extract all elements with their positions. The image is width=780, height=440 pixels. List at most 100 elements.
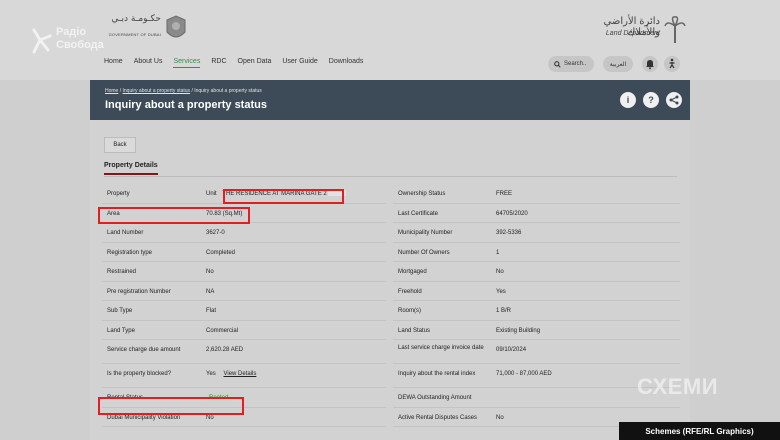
field-label: Number Of Owners <box>398 249 450 256</box>
accessibility-icon <box>669 58 675 69</box>
radio-line-1: Радіо <box>56 26 87 38</box>
nav-rdc[interactable]: RDC <box>211 58 226 68</box>
table-row: Pre registration Number NA <box>102 282 386 301</box>
table-row: Land Status Existing Building <box>393 321 680 340</box>
search-button[interactable]: Search.. <box>548 56 594 72</box>
field-label: Last Certificate <box>398 210 439 217</box>
info-button[interactable]: i <box>620 92 636 108</box>
breadcrumb-current: Inquiry about a property status <box>194 88 262 94</box>
nav-open-data[interactable]: Open Data <box>238 58 272 68</box>
language-toggle[interactable]: العربية <box>603 56 633 72</box>
field-label: Land Number <box>107 230 144 236</box>
field-label: Last service charge invoice date <box>398 345 484 351</box>
table-row: Area 70.83 (Sq.Mt) <box>102 204 386 223</box>
info-icon: i <box>626 95 630 105</box>
radio-svoboda-watermark: Радіо Свобода <box>30 26 120 62</box>
breadcrumb-home[interactable]: Home <box>105 88 118 94</box>
table-row: Land Type Commercial <box>102 321 386 340</box>
palm-tree-icon <box>664 16 686 43</box>
field-value: NA <box>206 288 215 295</box>
field-label: Rental Status <box>107 395 144 401</box>
field-label: Land Status <box>398 327 431 334</box>
table-row: Municipality Number 392-5336 <box>393 223 680 243</box>
field-value: No <box>206 414 214 421</box>
graphics-credit: Schemes (RFE/RL Graphics) <box>619 422 780 440</box>
accessibility-button[interactable] <box>664 56 680 72</box>
field-value: 1 B/R <box>496 308 512 314</box>
table-row: Freehold Yes <box>393 282 680 301</box>
property-details-panel: Back Property Details Property Unit THE … <box>90 120 690 440</box>
field-label: Freehold <box>398 288 422 295</box>
property-details-left: Property Unit THE RESIDENCE AT MARINA GA… <box>102 184 386 427</box>
back-button[interactable]: Back <box>104 137 136 153</box>
table-row: Number Of Owners 1 <box>393 243 680 262</box>
nav-home[interactable]: Home <box>104 58 123 68</box>
breadcrumb: Home / Inquiry about a property status /… <box>105 88 262 94</box>
breadcrumb-separator: / <box>119 88 122 94</box>
table-row: Dubai Municipality Violation No <box>102 408 386 427</box>
view-details-link[interactable]: View Details <box>223 371 256 377</box>
search-label: Search.. <box>564 61 587 67</box>
share-button[interactable] <box>666 92 682 108</box>
radio-line-2: Свобода <box>56 39 104 51</box>
table-row: Sub Type Flat <box>102 301 386 321</box>
help-icon: ? <box>648 95 654 105</box>
redacted-value <box>328 190 347 197</box>
table-row: Is the property blocked? Yes View Detail… <box>102 364 386 388</box>
field-value: Flat <box>206 308 217 314</box>
field-value: 09/10/2024 <box>496 347 527 353</box>
table-row: Last Certificate 64705/2020 <box>393 204 680 223</box>
nav-user-guide[interactable]: User Guide <box>282 58 317 68</box>
table-row: Registration type Completed <box>102 243 386 262</box>
section-title[interactable]: Property Details <box>104 162 158 175</box>
field-value: Yes View Details <box>206 370 256 378</box>
field-label: Room(s) <box>398 308 422 314</box>
nav-downloads[interactable]: Downloads <box>329 58 364 68</box>
field-value: No <box>496 414 504 421</box>
field-value: 71,000 - 87,000 AED <box>496 371 552 377</box>
nav-about-us[interactable]: About Us <box>134 58 163 68</box>
field-value: Completed <box>206 249 236 256</box>
field-value: 392-5336 <box>496 230 522 236</box>
main-nav: Home About Us Services RDC Open Data Use… <box>104 58 374 68</box>
nav-services[interactable]: Services <box>173 58 201 68</box>
blocked-value: Yes <box>206 371 216 377</box>
bell-icon <box>646 60 654 70</box>
dubai-emblem-icon <box>166 15 186 38</box>
property-name: THE RESIDENCE AT MARINA GATE 2 <box>222 191 327 197</box>
search-icon <box>554 60 561 68</box>
field-value: 3627-0 <box>206 230 225 236</box>
notifications-button[interactable] <box>642 56 658 72</box>
table-row: Property Unit THE RESIDENCE AT MARINA GA… <box>102 184 386 204</box>
site-header: حكـومـة دبـي GOVERNMENT OF DUBAI Радіо С… <box>0 0 780 80</box>
field-label: Land Type <box>107 327 135 334</box>
breadcrumb-inquiry[interactable]: Inquiry about a property status <box>123 88 191 94</box>
table-row: Restrained No <box>102 262 386 282</box>
share-icon <box>669 95 679 105</box>
field-label: Is the property blocked? <box>107 371 172 377</box>
field-value: Existing Building <box>496 327 541 334</box>
gov-logo-arabic: حكـومـة دبـي <box>111 14 161 24</box>
field-label: Area <box>107 210 120 217</box>
field-value: 70.83 (Sq.Mt) <box>206 210 243 217</box>
field-label: Municipality Number <box>398 230 453 236</box>
skhemy-watermark: СХЕМИ <box>637 374 719 399</box>
land-department-logo[interactable]: دائرة الأراضي والأملاك Land Department <box>578 16 688 46</box>
field-value: Unit THE RESIDENCE AT MARINA GATE 2 <box>206 190 347 198</box>
help-button[interactable]: ? <box>643 92 659 108</box>
field-label: Sub Type <box>107 308 133 314</box>
page-title: Inquiry about a property status <box>105 99 267 111</box>
rental-status-badge: Rented <box>206 394 232 402</box>
unit-prefix: Unit <box>206 191 217 197</box>
table-row: Last service charge invoice date 09/10/2… <box>393 340 680 364</box>
field-label: Restrained <box>107 269 137 275</box>
field-label: Service charge due amount <box>107 347 181 353</box>
field-value: No <box>206 269 214 275</box>
field-value: FREE <box>496 191 513 197</box>
field-value: 1 <box>496 249 500 256</box>
table-row: Service charge due amount 2,620.28 AED <box>102 340 386 364</box>
field-value: No <box>496 269 504 275</box>
field-label: Active Rental Disputes Cases <box>398 414 478 421</box>
field-label: Property <box>107 191 130 197</box>
field-label: Mortgaged <box>398 269 427 275</box>
